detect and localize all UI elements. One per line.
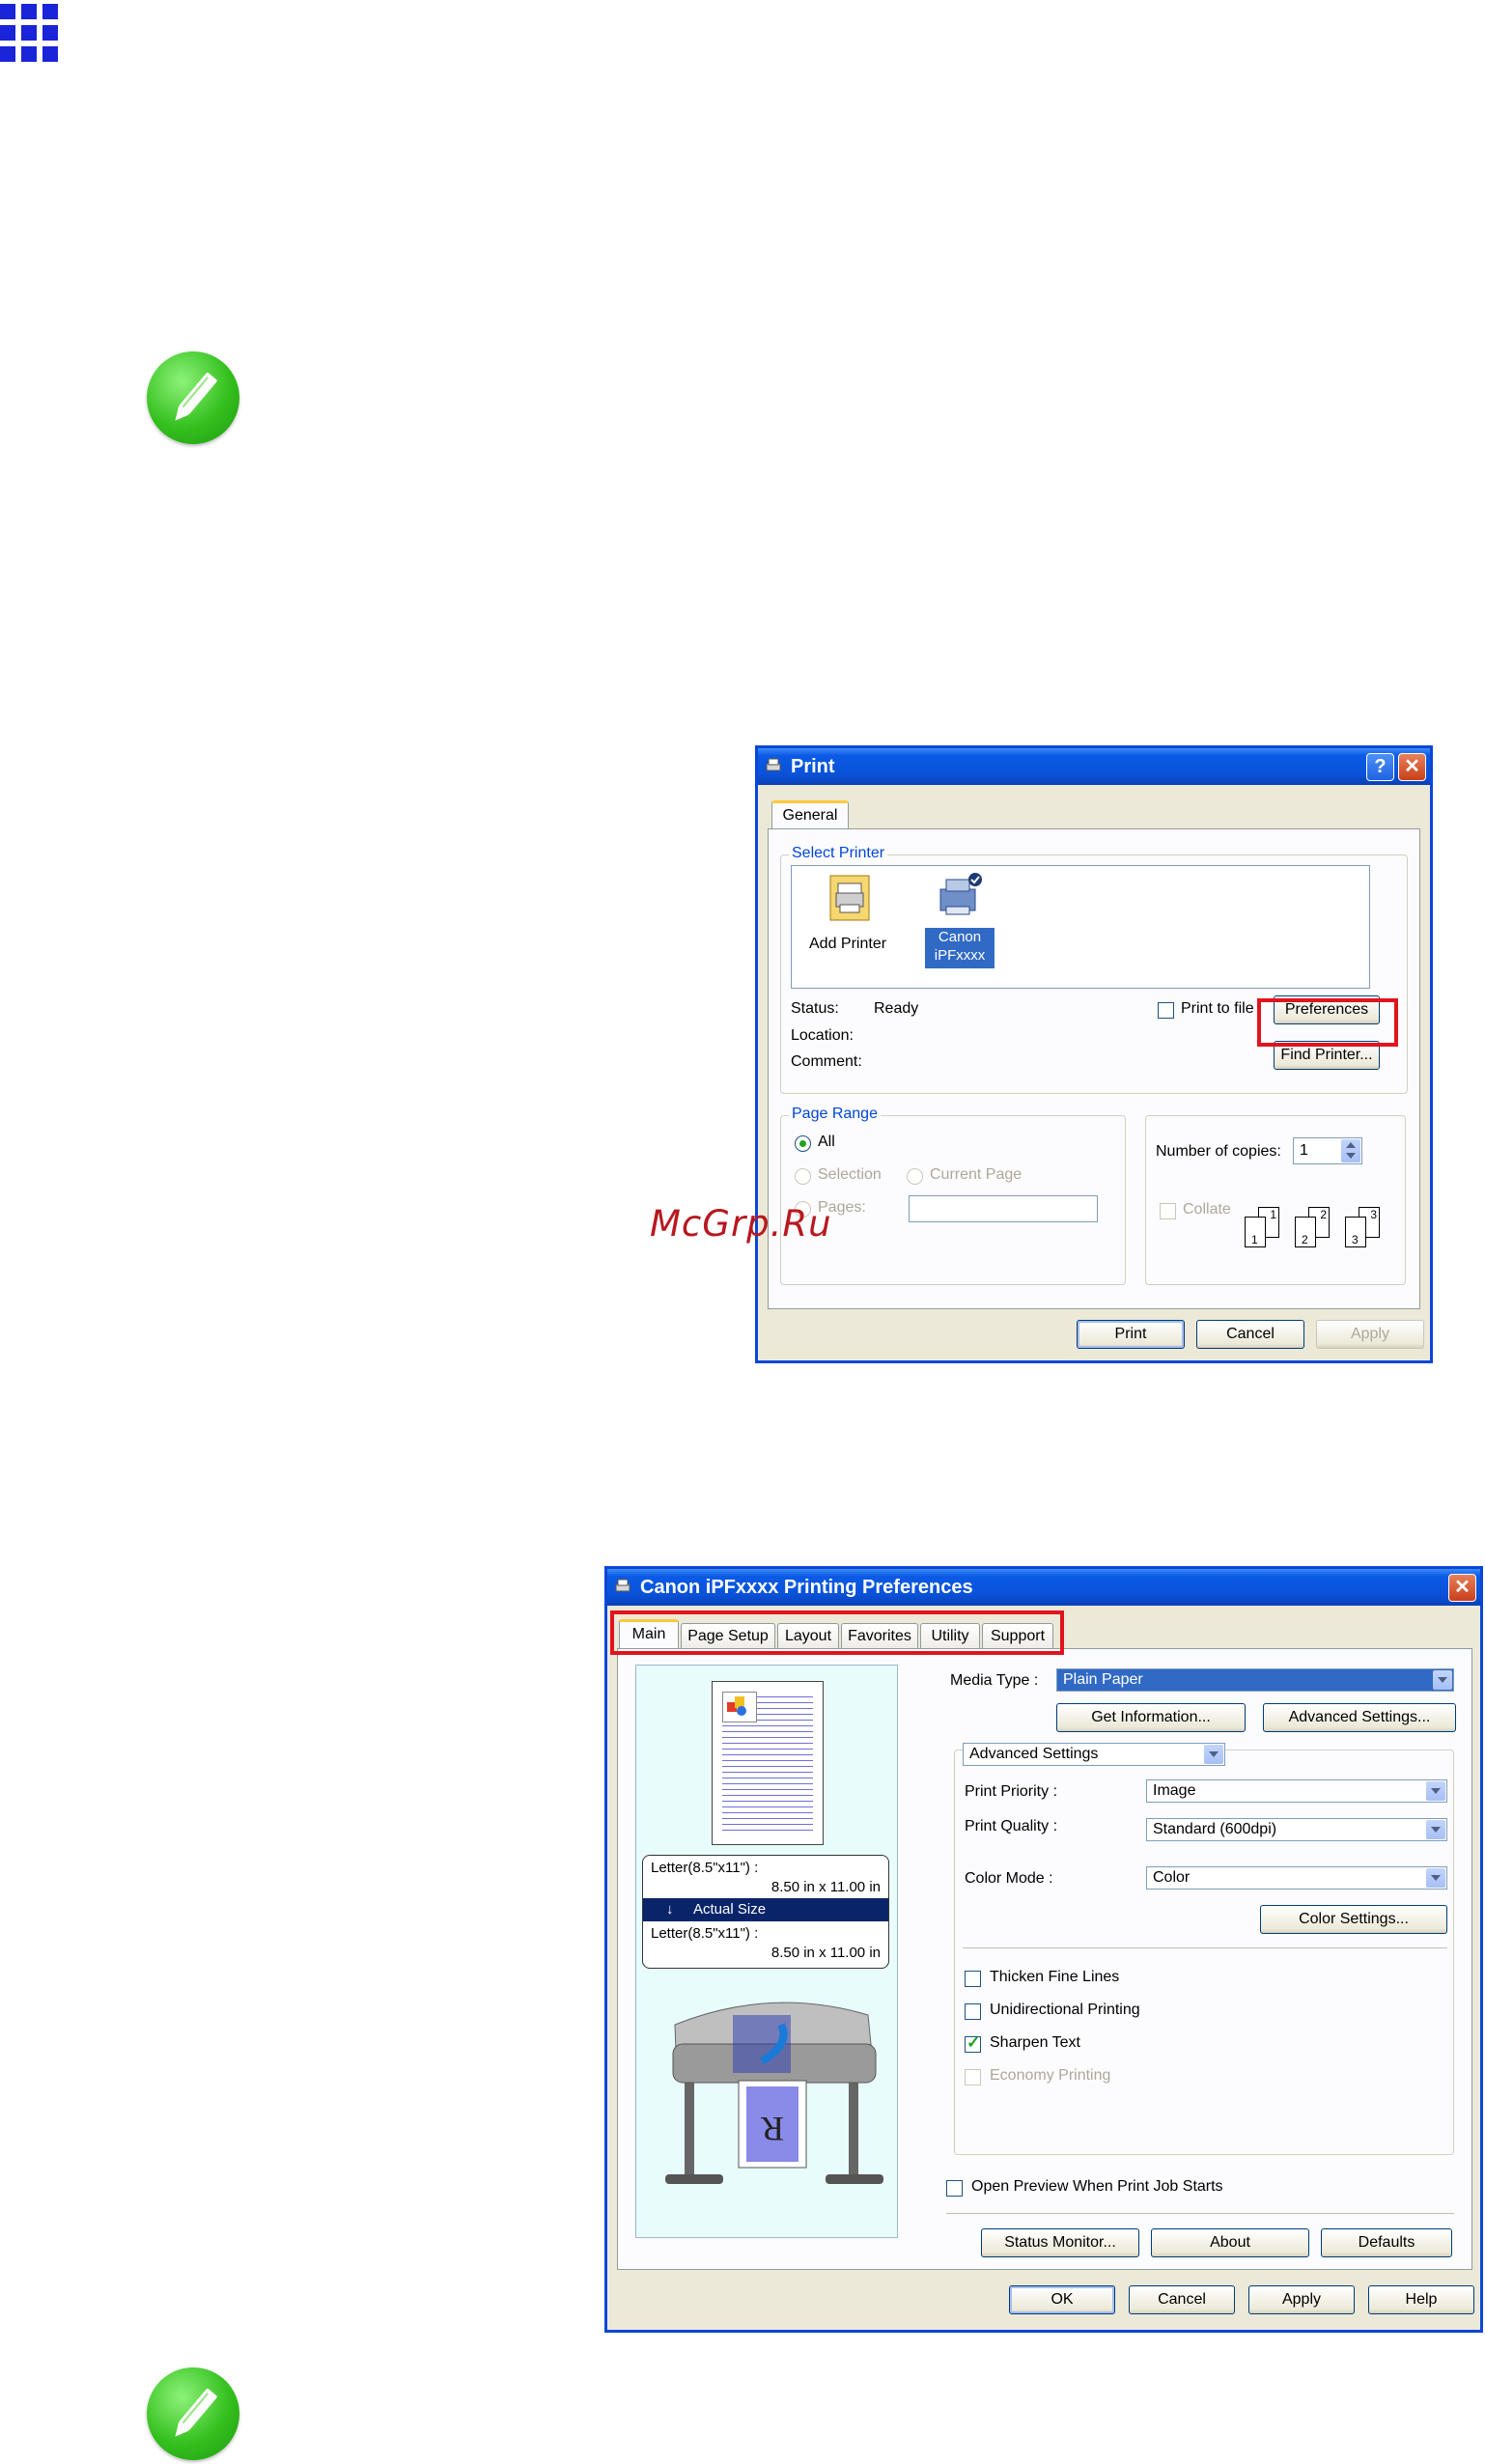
cancel-button[interactable]: Cancel <box>1129 2285 1235 2314</box>
all-radio[interactable] <box>795 1135 811 1152</box>
current-page-radio[interactable] <box>907 1168 923 1185</box>
tabs-highlight <box>610 1610 1064 1655</box>
apply-button[interactable]: Apply <box>1248 2285 1355 2314</box>
print-button[interactable]: Print <box>1077 1320 1185 1349</box>
thicken-fine-lines-checkbox[interactable] <box>965 1971 981 1987</box>
select-printer-label: Select Printer <box>789 845 888 862</box>
main-panel: Letter(8.5"x11") : 8.50 in x 11.00 in ↓ … <box>617 1648 1472 2270</box>
ok-button[interactable]: OK <box>1009 2285 1115 2314</box>
settings-group: Advanced Settings Print Priority : Image… <box>954 1743 1454 2155</box>
all-label: All <box>818 1134 835 1150</box>
divider <box>963 1947 1447 1948</box>
pages-input[interactable] <box>909 1195 1098 1222</box>
unidirectional-printing-label: Unidirectional Printing <box>990 2002 1140 2018</box>
note-pencil-icon <box>147 351 239 444</box>
printer-letter: R <box>761 2110 784 2148</box>
paper-top-line2: 8.50 in x 11.00 in <box>771 1879 881 1895</box>
help-button[interactable]: Help <box>1368 2285 1474 2314</box>
tab-general[interactable]: General <box>771 800 849 830</box>
page-preview <box>712 1681 824 1845</box>
printer-small-icon <box>615 1579 630 1592</box>
paper-size-info: Letter(8.5"x11") : 8.50 in x 11.00 in ↓ … <box>642 1855 889 1969</box>
sharpen-text-checkbox[interactable] <box>965 2033 981 2053</box>
copies-label: Number of copies: <box>1156 1143 1281 1160</box>
preferences-title: Canon iPFxxxx Printing Preferences <box>640 1577 973 1598</box>
printer-small-icon <box>766 758 781 771</box>
preferences-dialog: Canon iPFxxxx Printing Preferences ✕ Mai… <box>604 1566 1483 2333</box>
page-range-group: Page Range All Selection Current Page Pa… <box>780 1106 1126 1285</box>
selection-label: Selection <box>818 1166 882 1183</box>
print-dialog-title: Print <box>791 756 835 777</box>
select-printer-group: Select Printer Add Printer Canon iPFxxxx… <box>780 845 1408 1094</box>
page-range-label: Page Range <box>789 1106 881 1123</box>
color-mode-select[interactable]: Color <box>1146 1866 1447 1890</box>
economy-printing-checkbox[interactable] <box>965 2069 981 2086</box>
add-printer-label: Add Printer <box>809 936 887 952</box>
add-printer-icon <box>829 875 870 921</box>
preview-area: Letter(8.5"x11") : 8.50 in x 11.00 in ↓ … <box>635 1665 898 2238</box>
economy-printing-label: Economy Printing <box>990 2067 1111 2084</box>
collate-label: Collate <box>1183 1201 1231 1218</box>
advanced-settings-button[interactable]: Advanced Settings... <box>1263 1703 1456 1732</box>
collate-checkbox[interactable] <box>1160 1203 1176 1219</box>
paper-top-line1: Letter(8.5"x11") : <box>651 1860 759 1876</box>
selection-radio[interactable] <box>795 1168 811 1185</box>
cancel-button[interactable]: Cancel <box>1196 1320 1304 1349</box>
print-dialog-titlebar[interactable]: Print ? ✕ <box>758 748 1430 785</box>
general-panel: Select Printer Add Printer Canon iPFxxxx… <box>768 828 1420 1309</box>
status-value: Ready <box>874 1000 919 1017</box>
comment-label: Comment: <box>791 1053 862 1070</box>
open-preview-checkbox[interactable] <box>946 2180 963 2197</box>
mode-select[interactable]: Advanced Settings <box>963 1743 1225 1766</box>
open-preview-label: Open Preview When Print Job Starts <box>971 2178 1223 2195</box>
media-type-label: Media Type : <box>950 1672 1039 1689</box>
watermark: McGrp.Ru <box>650 1203 832 1245</box>
collate-illustration: 1 1 2 2 3 3 <box>1243 1203 1397 1251</box>
print-quality-label: Print Quality : <box>965 1818 1058 1834</box>
copies-spinner[interactable] <box>1341 1139 1360 1162</box>
status-monitor-button[interactable]: Status Monitor... <box>981 2228 1139 2257</box>
paper-bottom-line2: 8.50 in x 11.00 in <box>771 1945 881 1961</box>
color-mode-label: Color Mode : <box>965 1870 1053 1887</box>
divider <box>946 2213 1454 2214</box>
current-page-label: Current Page <box>930 1166 1023 1183</box>
printer-item-add[interactable]: Add Printer <box>803 874 896 980</box>
print-quality-select[interactable]: Standard (600dpi) <box>1146 1818 1447 1841</box>
print-to-file-label: Print to file <box>1181 1000 1254 1017</box>
thicken-fine-lines-label: Thicken Fine Lines <box>990 1969 1120 1985</box>
sharpen-text-label: Sharpen Text <box>990 2034 1080 2051</box>
close-button[interactable]: ✕ <box>1398 753 1426 781</box>
actual-size-bar: ↓ Actual Size <box>643 1898 888 1921</box>
help-button[interactable]: ? <box>1366 753 1394 781</box>
actual-size-label: Actual Size <box>693 1901 767 1918</box>
canon-printer-label: Canon iPFxxxx <box>925 928 995 968</box>
grid-menu-icon[interactable] <box>0 4 58 62</box>
apply-button[interactable]: Apply <box>1316 1320 1424 1349</box>
color-settings-button[interactable]: Color Settings... <box>1260 1905 1447 1934</box>
location-label: Location: <box>791 1027 854 1044</box>
printer-item-canon[interactable]: Canon iPFxxxx <box>925 872 998 980</box>
unidirectional-printing-checkbox[interactable] <box>965 2003 981 2020</box>
printer-list[interactable]: Add Printer Canon iPFxxxx <box>791 865 1370 989</box>
note-pencil-icon <box>147 2367 239 2460</box>
get-information-button[interactable]: Get Information... <box>1056 1703 1246 1732</box>
printer-icon <box>939 873 982 915</box>
media-type-select[interactable]: Plain Paper <box>1056 1668 1454 1692</box>
status-label: Status: <box>791 1000 839 1017</box>
preferences-titlebar[interactable]: Canon iPFxxxx Printing Preferences ✕ <box>607 1569 1480 1606</box>
printer-illustration: R <box>665 2002 883 2184</box>
close-button[interactable]: ✕ <box>1448 1574 1476 1602</box>
copies-group: Number of copies: 1 Collate 1 1 2 2 3 3 <box>1145 1115 1406 1285</box>
paper-bottom-line1: Letter(8.5"x11") : <box>651 1925 759 1942</box>
print-to-file-checkbox[interactable] <box>1158 1002 1174 1019</box>
print-priority-select[interactable]: Image <box>1146 1779 1447 1803</box>
preferences-highlight <box>1257 998 1398 1047</box>
defaults-button[interactable]: Defaults <box>1321 2228 1452 2257</box>
print-dialog: Print ? ✕ General Select Printer Add Pri… <box>755 745 1433 1363</box>
about-button[interactable]: About <box>1151 2228 1309 2257</box>
print-priority-label: Print Priority : <box>965 1783 1058 1800</box>
